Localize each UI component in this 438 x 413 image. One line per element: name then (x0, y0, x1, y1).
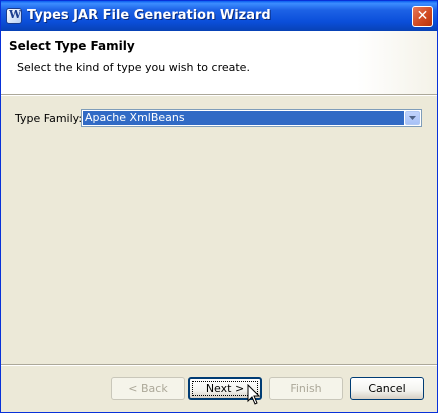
footer-divider-highlight (1, 365, 437, 366)
wizard-header: Select Type Family Select the kind of ty… (1, 31, 437, 95)
page-description: Select the kind of type you wish to crea… (17, 61, 250, 74)
back-button[interactable]: < Back (111, 377, 185, 400)
header-divider (1, 95, 437, 96)
type-family-select[interactable]: Apache XmlBeans (81, 109, 422, 127)
wizard-app-icon: W (6, 8, 22, 24)
window-title: Types JAR File Generation Wizard (27, 8, 271, 23)
title-bar[interactable]: W Types JAR File Generation Wizard ✕ (1, 1, 437, 31)
header-banner (357, 31, 437, 94)
type-family-label: Type Family: (15, 112, 83, 125)
cancel-button[interactable]: Cancel (350, 377, 424, 400)
finish-button[interactable]: Finish (269, 377, 343, 400)
close-button[interactable]: ✕ (412, 6, 433, 27)
chevron-down-icon (409, 116, 416, 120)
mouse-pointer-icon (247, 384, 261, 405)
type-family-selected-value: Apache XmlBeans (83, 111, 404, 125)
dropdown-button[interactable] (405, 111, 420, 125)
close-icon: ✕ (416, 8, 429, 24)
page-title: Select Type Family (9, 39, 135, 53)
wizard-window: W Types JAR File Generation Wizard ✕ Sel… (0, 0, 438, 413)
